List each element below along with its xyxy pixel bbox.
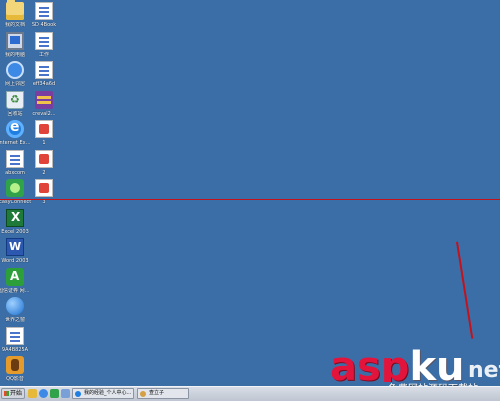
desktop-icon-label: eff34a6d	[32, 81, 56, 87]
desktop-icon[interactable]: 国信证券 网上交易	[0, 267, 32, 294]
doc-icon	[6, 326, 24, 345]
user-icon	[140, 391, 146, 397]
windows-logo-icon	[3, 391, 9, 396]
desktop-icon-label: 国信证券 网上交易	[0, 287, 32, 294]
pdf-icon	[35, 149, 53, 168]
desktop-icon[interactable]: Excel 2003	[0, 208, 32, 235]
desktop-icon-label: 1	[42, 140, 46, 146]
desktop-icon[interactable]: 1	[27, 120, 61, 146]
doc-icon	[35, 61, 53, 79]
task-button-label: 我的经验_个人中心...	[84, 390, 132, 396]
taskbar: 开始 我的经验_个人中心... 查立子	[0, 386, 500, 401]
watermark-logo: aspku	[330, 344, 465, 382]
winrar-icon	[35, 90, 53, 109]
desktop-icon[interactable]: QQ影音	[0, 356, 32, 382]
desktop-icon[interactable]: Word 2003	[0, 238, 32, 264]
desktop-icon[interactable]: 9A4B825A	[0, 326, 32, 353]
quick-launch-ie-icon[interactable]	[39, 389, 48, 398]
desktop-icon[interactable]: 世界之窗	[0, 297, 32, 323]
desktop-icon[interactable]: SD 4Book	[27, 2, 61, 28]
start-button[interactable]: 开始	[1, 388, 25, 399]
task-button-browser[interactable]: 我的经验_个人中心...	[72, 388, 134, 399]
task-button-label: 查立子	[149, 390, 165, 396]
desktop-icon-label: Word 2003	[1, 258, 29, 264]
quick-launch-app-icon[interactable]	[50, 389, 59, 398]
desktop-icon[interactable]: 2	[27, 149, 61, 176]
desktop-icon-label: QQ影音	[6, 376, 24, 382]
doc-icon	[6, 149, 24, 168]
network-icon	[6, 61, 24, 79]
watermark-ku: ku	[409, 344, 465, 382]
doc-icon	[35, 31, 53, 50]
desktop-icon[interactable]: 工作	[27, 31, 61, 58]
globe-icon	[6, 297, 24, 315]
desktop-icon-label: 9A4B825A	[1, 346, 29, 353]
desktop-icon-label: creval2...	[32, 110, 56, 117]
quick-launch-desktop-icon[interactable]	[61, 389, 70, 398]
red-annotation-arrow	[456, 241, 474, 339]
start-button-label: 开始	[9, 390, 22, 397]
word-icon	[6, 238, 24, 256]
task-button-user[interactable]: 查立子	[137, 388, 189, 399]
watermark-net: net	[468, 358, 500, 382]
app-icon	[6, 267, 24, 286]
ie-icon	[75, 391, 81, 397]
folder-icon	[6, 0, 24, 20]
desktop: 我的文档我的电脑网上邻居回收站Internet ExplorerabxcomEa…	[0, 0, 500, 382]
green-app-icon	[6, 179, 24, 197]
desktop-icon-label: 2	[42, 169, 46, 176]
desktop-icon-label: Excel 2003	[1, 228, 29, 235]
desktop-icon[interactable]: creval2...	[27, 90, 61, 117]
quick-launch-folder-icon[interactable]	[28, 389, 37, 398]
watermark-asp: asp	[330, 344, 410, 382]
desktop-icon[interactable]: 3	[27, 179, 61, 205]
desktop-icon-label: 工作	[38, 51, 49, 58]
desktop-icon[interactable]: eff34a6d	[27, 61, 61, 87]
desktop-icon-label: 世界之窗	[4, 317, 25, 323]
pdf-icon	[35, 120, 53, 138]
doc-icon	[35, 2, 53, 20]
excel-icon	[6, 208, 24, 227]
red-annotation-line	[0, 199, 500, 200]
computer-icon	[6, 31, 24, 50]
pdf-icon	[35, 179, 53, 197]
recycle-bin-icon	[6, 90, 24, 109]
desktop-icon-label: SD 4Book	[31, 22, 57, 28]
orange-app-icon	[6, 356, 24, 374]
ie-icon	[6, 119, 24, 138]
